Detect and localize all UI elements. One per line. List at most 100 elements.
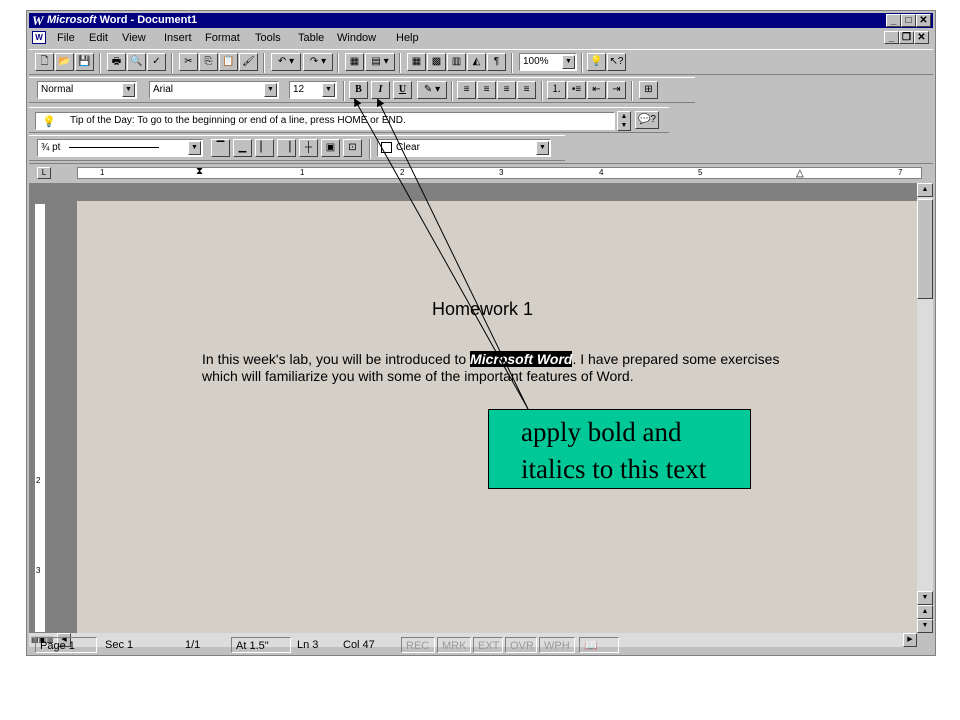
no-border-icon[interactable]: ⊡ <box>343 139 362 157</box>
save-icon[interactable]: 💾 <box>75 53 94 71</box>
horizontal-ruler[interactable]: L 1 1 2 3 4 5 7 ⧗ △ <box>29 163 933 182</box>
print-preview-icon[interactable]: 🔍 <box>127 53 146 71</box>
scroll-down-icon[interactable]: ▼ <box>917 591 933 605</box>
justify-icon[interactable]: ≡ <box>517 81 536 99</box>
tip-scroll-icon[interactable]: ▲ ▼ <box>617 111 631 131</box>
selected-text[interactable]: Microsoft Word <box>470 351 573 367</box>
insert-table-icon[interactable]: ▦ <box>407 53 426 71</box>
style-select[interactable]: Normal ▼ <box>37 81 137 99</box>
top-border-icon[interactable]: ▔ <box>211 139 230 157</box>
columns-icon[interactable]: ▥ <box>447 53 466 71</box>
next-page-icon[interactable]: ▼ <box>917 619 933 633</box>
paste-icon[interactable]: 📋 <box>219 53 238 71</box>
inside-border-icon[interactable]: ┼ <box>299 139 318 157</box>
format-painter-icon[interactable]: 🖌 <box>239 53 258 71</box>
redo-icon[interactable]: ↷ ▾ <box>303 53 333 71</box>
align-left-icon[interactable]: ≡ <box>457 81 476 99</box>
chevron-down-icon[interactable]: ▼ <box>122 83 135 97</box>
word-app-icon[interactable]: W <box>32 14 45 27</box>
vertical-scrollbar[interactable]: ▲ ▼ ▲ ▼ <box>917 183 933 633</box>
tip-text: Tip of the Day: To go to the beginning o… <box>70 115 406 126</box>
indent-marker[interactable]: ⧗ <box>196 166 203 177</box>
outside-border-icon[interactable]: ▣ <box>321 139 340 157</box>
borders-icon[interactable]: ⊞ <box>639 81 658 99</box>
highlight-icon[interactable]: ✎ ▾ <box>417 81 447 99</box>
status-ext[interactable]: EXT <box>473 637 503 653</box>
chevron-down-icon[interactable]: ▼ <box>562 55 575 69</box>
align-right-icon[interactable]: ≡ <box>497 81 516 99</box>
right-border-icon[interactable]: ▕ <box>277 139 296 157</box>
menu-edit[interactable]: Edit <box>89 29 108 47</box>
vertical-ruler[interactable]: 2 3 <box>34 203 46 633</box>
align-center-icon[interactable]: ≡ <box>477 81 496 99</box>
status-rec[interactable]: REC <box>401 637 435 653</box>
minimize-button[interactable]: _ <box>886 14 901 27</box>
cut-icon[interactable]: ✂ <box>179 53 198 71</box>
chevron-down-icon[interactable]: ▼ <box>264 83 277 97</box>
underline-button[interactable]: U <box>393 81 412 99</box>
help-pointer-icon[interactable]: ↖? <box>607 53 626 71</box>
bold-button[interactable]: B <box>349 81 368 99</box>
line-weight-value: ¾ pt <box>41 142 61 153</box>
italic-button[interactable]: I <box>371 81 390 99</box>
menu-window[interactable]: Window <box>337 29 376 47</box>
copy-icon[interactable]: ⎘ <box>199 53 218 71</box>
bullets-icon[interactable]: •≡ <box>567 81 586 99</box>
ruler-mark-7: 7 <box>898 168 903 177</box>
ruler-strip[interactable]: 1 1 2 3 4 5 7 ⧗ △ <box>77 166 922 179</box>
doc-restore-button[interactable]: ❐ <box>899 31 914 44</box>
status-wph[interactable]: WPH <box>539 637 575 653</box>
status-ln: Ln 3 <box>297 639 319 651</box>
font-select[interactable]: Arial ▼ <box>149 81 279 99</box>
bottom-border-icon[interactable]: ▁ <box>233 139 252 157</box>
insert-spreadsheet-icon[interactable]: ▩ <box>427 53 446 71</box>
tipwizard-icon[interactable]: 💡 <box>587 53 606 71</box>
title-bar[interactable]: W Microsoft Word - Document1 _ □ ✕ <box>29 13 933 28</box>
right-indent-marker[interactable]: △ <box>796 168 804 179</box>
increase-indent-icon[interactable]: ⇥ <box>607 81 626 99</box>
zoom-select[interactable]: 100% ▼ <box>519 53 577 71</box>
menu-file[interactable]: File <box>57 29 75 47</box>
undo-icon[interactable]: ↶ ▾ <box>271 53 301 71</box>
status-ovr[interactable]: OVR <box>505 637 537 653</box>
scroll-up-icon[interactable]: ▲ <box>917 183 933 197</box>
tab-selector[interactable]: L <box>37 167 51 179</box>
left-border-icon[interactable]: ▏ <box>255 139 274 157</box>
chevron-down-icon[interactable]: ▼ <box>322 83 335 97</box>
menu-help[interactable]: Help <box>396 29 419 47</box>
document-icon[interactable]: W <box>32 31 46 44</box>
doc-close-button[interactable]: ✕ <box>914 31 929 44</box>
open-folder-icon[interactable]: 📂 <box>55 53 74 71</box>
menu-format[interactable]: Format <box>205 29 240 47</box>
show-paragraph-icon[interactable]: ¶ <box>487 53 506 71</box>
chevron-down-icon[interactable]: ▼ <box>188 141 201 155</box>
insert-autotext-icon[interactable]: ▤ ▾ <box>365 53 395 71</box>
menu-table[interactable]: Table <box>298 29 324 47</box>
doc-heading: Homework 1 <box>432 299 534 319</box>
show-me-icon[interactable]: 💬? <box>635 111 659 129</box>
doc-minimize-button[interactable]: _ <box>884 31 899 44</box>
menu-bar: W File Edit View Insert Format Tools Tab… <box>29 29 933 47</box>
prev-page-icon[interactable]: ▲ <box>917 605 933 619</box>
callout-line-1: apply bold and <box>521 417 682 447</box>
decrease-indent-icon[interactable]: ⇤ <box>587 81 606 99</box>
menu-view[interactable]: View <box>122 29 146 47</box>
drawing-icon[interactable]: ◭ <box>467 53 486 71</box>
numbering-icon[interactable]: ⒈ <box>547 81 566 99</box>
font-size-select[interactable]: 12 ▼ <box>289 81 337 99</box>
tipwizard-toolbar: 💡 Tip of the Day: To go to the beginning… <box>29 107 669 133</box>
spelling-status-icon[interactable]: 📖 <box>579 637 619 653</box>
close-button[interactable]: ✕ <box>916 14 931 27</box>
menu-tools[interactable]: Tools <box>255 29 281 47</box>
chevron-down-icon[interactable]: ▼ <box>536 141 549 155</box>
scroll-thumb[interactable] <box>917 199 933 299</box>
status-mrk[interactable]: MRK <box>437 637 471 653</box>
print-icon[interactable]: 🖶 <box>107 53 126 71</box>
shading-select[interactable]: Clear ▼ <box>377 139 551 157</box>
new-doc-icon[interactable]: 🗋 <box>35 53 54 71</box>
line-weight-select[interactable]: ¾ pt ▼ <box>37 139 203 157</box>
address-book-icon[interactable]: ▦ <box>345 53 364 71</box>
spelling-icon[interactable]: ✓ <box>147 53 166 71</box>
maximize-button[interactable]: □ <box>901 14 916 27</box>
menu-insert[interactable]: Insert <box>164 29 192 47</box>
